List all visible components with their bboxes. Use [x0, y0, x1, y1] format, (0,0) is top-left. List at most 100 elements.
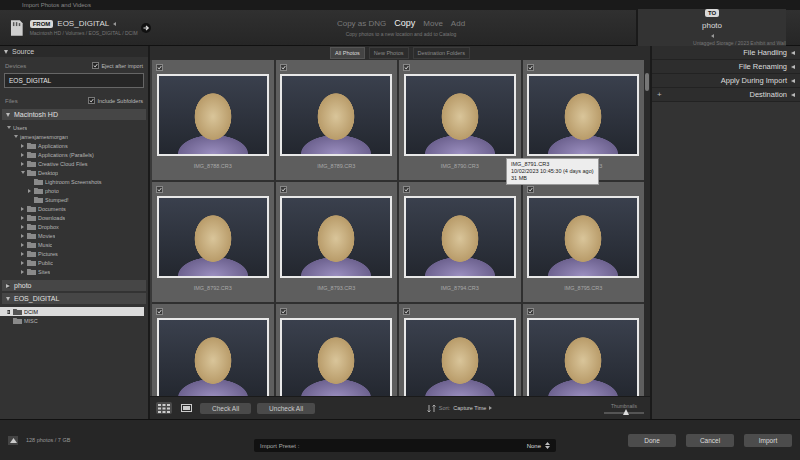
include-checkbox[interactable] [527, 186, 534, 193]
folder-item[interactable]: Dropbox [0, 222, 148, 231]
include-checkbox[interactable] [156, 186, 163, 193]
disclosure-icon[interactable] [7, 310, 10, 314]
include-checkbox[interactable] [403, 186, 410, 193]
disclosure-icon[interactable] [21, 162, 24, 166]
folder-item[interactable]: Applications (Parallels) [0, 150, 148, 159]
include-checkbox[interactable] [280, 308, 287, 315]
include-checkbox[interactable] [156, 64, 163, 71]
mode-option[interactable]: Add [451, 19, 465, 28]
photo-cell[interactable]: IMG_8790.CR3 [399, 60, 521, 180]
volume-header[interactable]: Macintosh HD [2, 109, 146, 120]
check-button[interactable]: Check All [200, 403, 251, 414]
options-section[interactable]: +Destination [652, 88, 800, 102]
volume-header[interactable]: EOS_DIGITAL [2, 293, 146, 304]
folder-item[interactable]: MISC [0, 316, 148, 325]
disclosure-icon[interactable] [791, 79, 795, 83]
folder-item[interactable]: Sites [0, 267, 148, 276]
photo-cell[interactable] [399, 304, 521, 396]
disclosure-icon[interactable] [21, 153, 24, 157]
photo-cell[interactable]: IMG_8794.CR3 [399, 182, 521, 302]
folder-item[interactable]: Downloads [0, 213, 148, 222]
photo-cell[interactable]: IMG_8793.CR3 [276, 182, 398, 302]
folder-item[interactable]: Documents [0, 204, 148, 213]
disclosure-icon[interactable] [21, 216, 24, 220]
disclosure-icon[interactable] [21, 270, 24, 274]
disclosure-icon[interactable] [791, 65, 795, 69]
scrollbar[interactable] [644, 60, 650, 396]
source-name[interactable]: EOS_DIGITAL [57, 19, 109, 28]
mode-option[interactable]: Move [423, 19, 443, 28]
photo-cell[interactable] [152, 304, 274, 396]
include-checkbox[interactable] [280, 186, 287, 193]
photo-cell[interactable]: IMG_8795.CR3 [523, 182, 645, 302]
dialog-button[interactable]: Done [628, 434, 676, 447]
photo-cell[interactable]: IMG_8788.CR3 [152, 60, 274, 180]
disclosure-icon[interactable] [21, 225, 24, 229]
check-button[interactable]: Uncheck All [257, 403, 315, 414]
disclosure-icon[interactable] [21, 261, 24, 265]
disclosure-icon[interactable] [28, 189, 31, 193]
folder-item[interactable]: Lightroom Screenshots [0, 177, 148, 186]
folder-item[interactable]: Desktop [0, 168, 148, 177]
photo-cell[interactable]: IMG_8792.CR3 [152, 182, 274, 302]
device-item[interactable]: EOS_DIGITAL [4, 73, 144, 88]
disclosure-icon[interactable] [21, 234, 24, 238]
disclosure-icon[interactable] [21, 243, 24, 247]
mode-option[interactable]: Copy [394, 18, 415, 28]
folder-item[interactable]: Pictures [0, 249, 148, 258]
subfolders-checkbox[interactable]: Include Subfolders [88, 97, 143, 104]
folder-item[interactable]: Users [0, 123, 148, 132]
options-section[interactable]: File Handling [652, 46, 800, 60]
sort-order-icon[interactable] [427, 404, 436, 413]
include-checkbox[interactable] [156, 308, 163, 315]
destination-selector[interactable]: TOphotoUntagged Storage / 2023 Exhibit a… [667, 9, 792, 46]
filter-tab[interactable]: Destination Folders [413, 47, 470, 59]
destination-name[interactable]: photo [702, 21, 722, 30]
options-section[interactable]: Apply During Import [652, 74, 800, 88]
eject-checkbox[interactable]: Eject after import [92, 62, 143, 69]
disclosure-icon[interactable] [791, 51, 795, 55]
grid-view-icon[interactable] [156, 402, 172, 414]
source-header[interactable]: Source [0, 46, 148, 57]
photo-cell[interactable] [523, 304, 645, 396]
folder-item[interactable]: jamesjamesmorgan [0, 132, 148, 141]
photo-cell[interactable]: IMG_8789.CR3 [276, 60, 398, 180]
include-checkbox[interactable] [527, 64, 534, 71]
disclosure-icon[interactable] [21, 207, 24, 211]
folder-item[interactable]: Music [0, 240, 148, 249]
folder-item[interactable]: Stumped! [0, 195, 148, 204]
filter-tab[interactable]: New Photos [369, 47, 409, 59]
include-checkbox[interactable] [403, 308, 410, 315]
chevron-icon[interactable] [113, 22, 116, 26]
folder-item[interactable]: Movies [0, 231, 148, 240]
chevron-icon[interactable] [711, 34, 714, 38]
filter-tab[interactable]: All Photos [330, 47, 365, 59]
options-section[interactable]: File Renaming [652, 60, 800, 74]
mode-option[interactable]: Copy as DNG [337, 19, 386, 28]
sort-control[interactable]: Sort:Capture Time [427, 404, 493, 413]
import-preset[interactable]: Import Preset :None [254, 439, 556, 452]
include-checkbox[interactable] [527, 308, 534, 315]
collapse-icon[interactable] [8, 436, 18, 445]
add-preset-button[interactable]: + [657, 90, 662, 99]
folder-item[interactable]: DCIM [0, 307, 144, 316]
dropdown-icon[interactable] [545, 442, 550, 449]
include-checkbox[interactable] [280, 64, 287, 71]
folder-item[interactable]: Creative Cloud Files [0, 159, 148, 168]
disclosure-icon[interactable] [7, 126, 11, 129]
disclosure-icon[interactable] [21, 252, 24, 256]
source-selector[interactable]: FROMEOS_DIGITALMacintosh HD / Volumes / … [10, 19, 135, 37]
loupe-view-icon[interactable] [178, 402, 194, 414]
folder-item[interactable]: Applications [0, 141, 148, 150]
disclosure-icon[interactable] [14, 135, 18, 138]
disclosure-icon[interactable] [21, 171, 25, 174]
thumbnail-slider[interactable] [604, 412, 644, 414]
folder-item[interactable]: Public [0, 258, 148, 267]
folder-item[interactable]: photo [0, 186, 148, 195]
photo-cell[interactable] [276, 304, 398, 396]
dialog-button[interactable]: Cancel [686, 434, 734, 447]
disclosure-icon[interactable] [21, 144, 24, 148]
volume-header[interactable]: photo [2, 280, 146, 291]
dialog-button[interactable]: Import [744, 434, 792, 447]
include-checkbox[interactable] [403, 64, 410, 71]
